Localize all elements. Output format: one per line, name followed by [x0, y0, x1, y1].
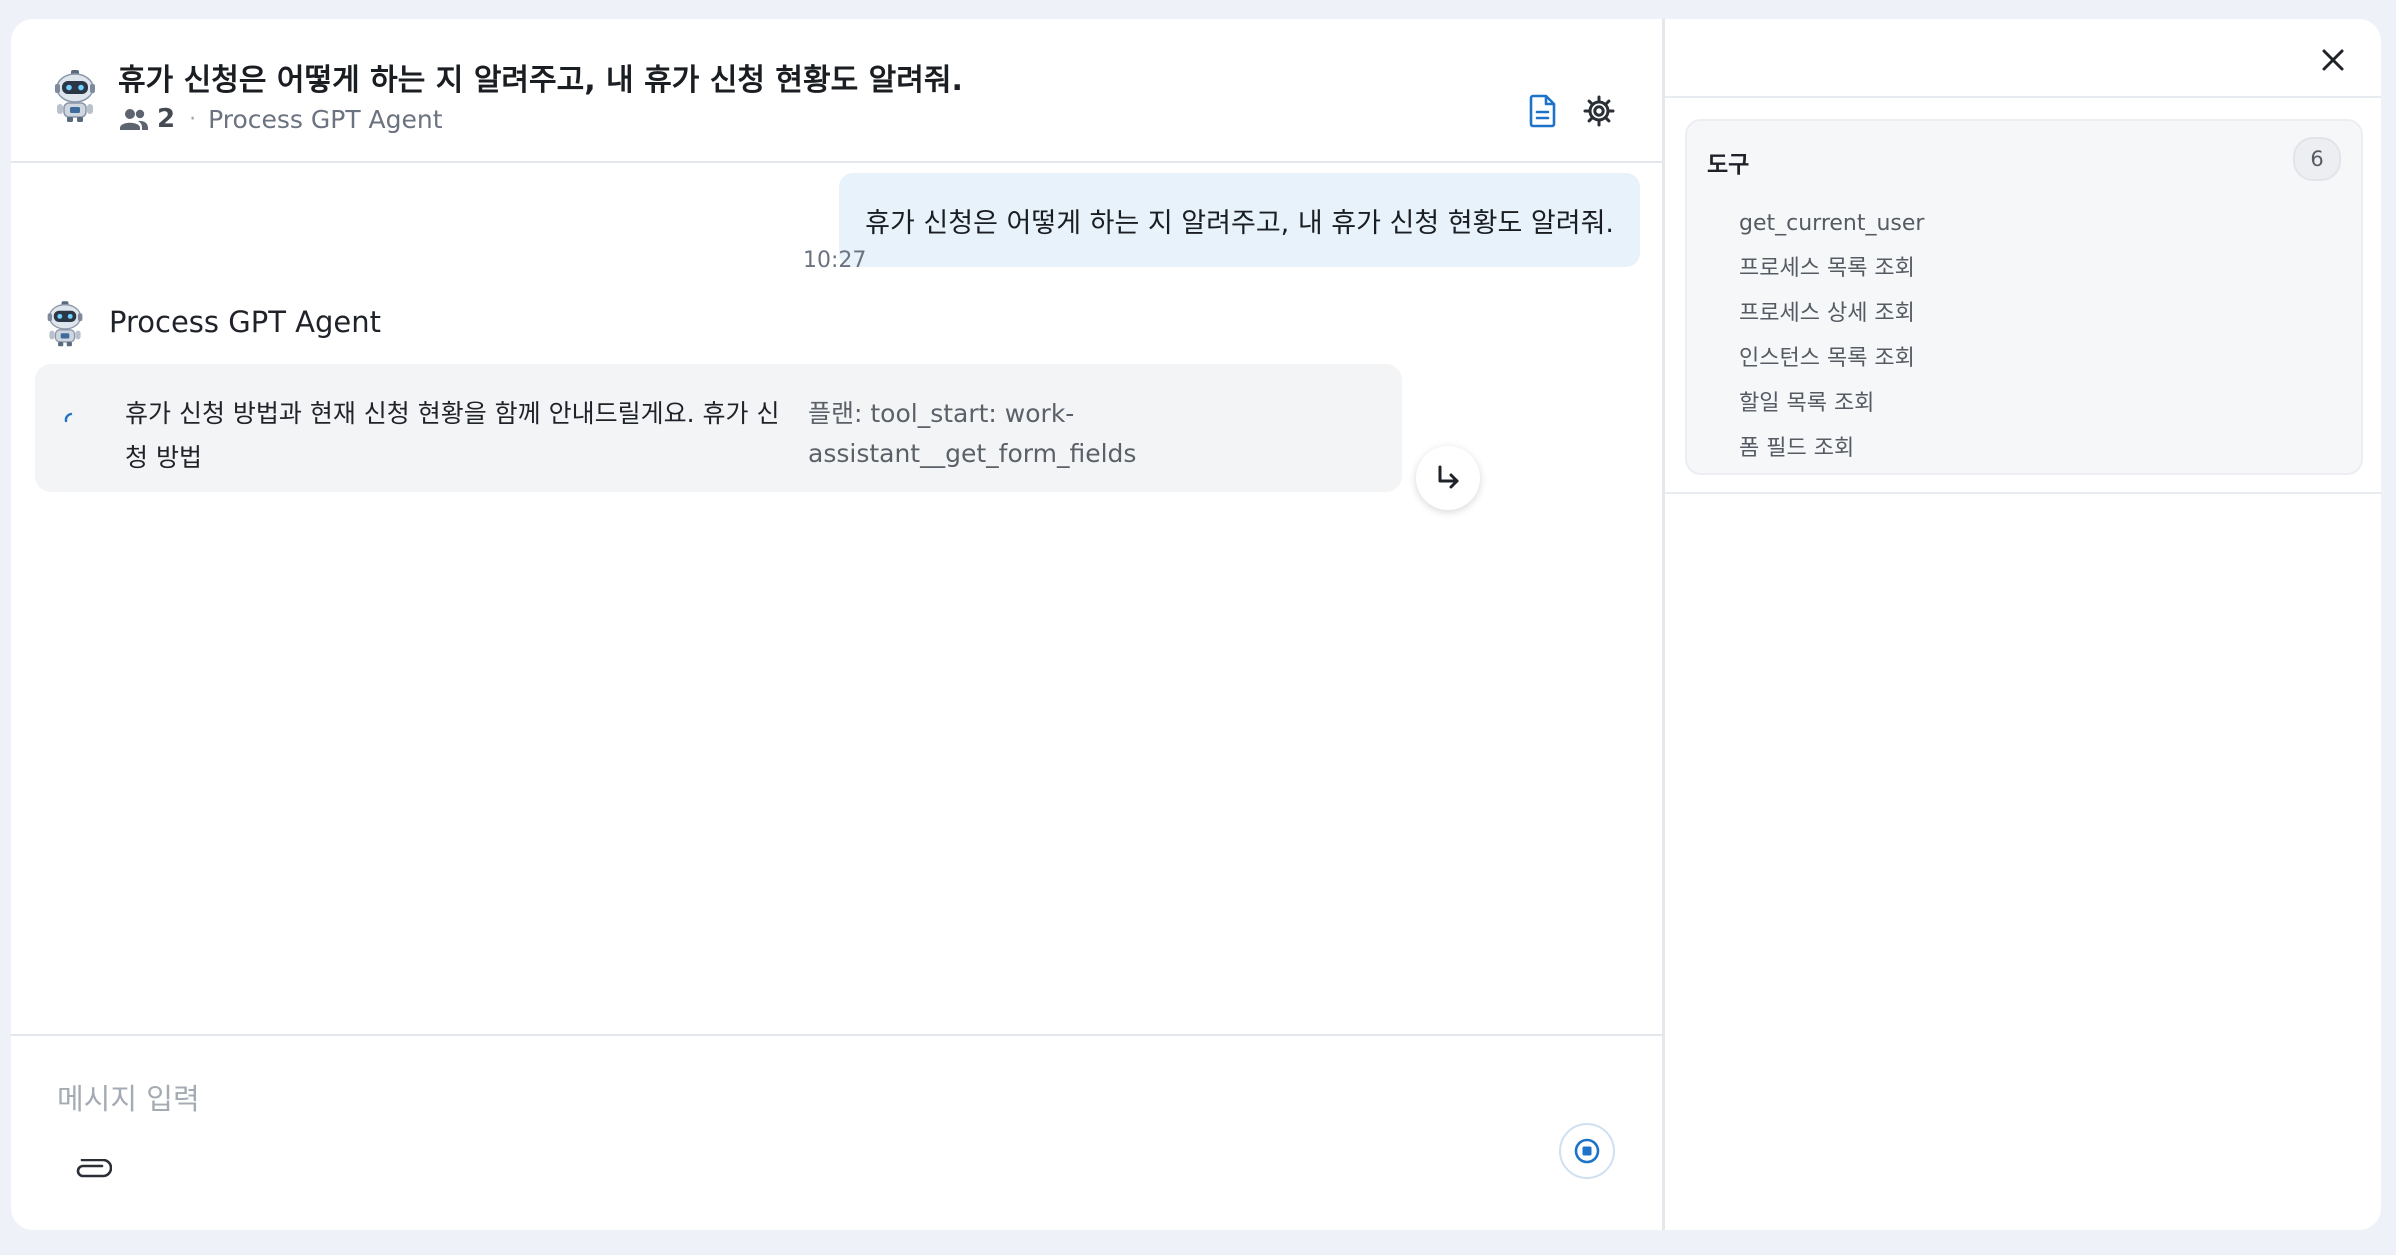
- tool-item[interactable]: 프로세스 상세 조회: [1739, 291, 1924, 336]
- close-icon: [2322, 49, 2344, 71]
- robot-avatar-icon: [47, 301, 83, 347]
- user-message-bubble: 휴가 신청은 어떻게 하는 지 알려주고, 내 휴가 신청 현황도 알려줘.: [839, 173, 1640, 267]
- agent-name: Process GPT Agent: [109, 305, 381, 339]
- agent-message-bubble: 휴가 신청 방법과 현재 신청 현황을 함께 안내드릴게요. 휴가 신청 방법 …: [35, 364, 1402, 492]
- tools-title: 도구: [1707, 152, 1750, 178]
- paperclip-icon: [76, 1159, 112, 1178]
- header-agent-name: Process GPT Agent: [208, 104, 443, 134]
- message-timestamp: 10:27: [803, 248, 867, 273]
- tool-item[interactable]: 인스턴스 목록 조회: [1739, 336, 1924, 381]
- reply-button[interactable]: [1416, 446, 1480, 510]
- tool-item[interactable]: 할일 목록 조회: [1739, 381, 1924, 426]
- stop-icon: [1574, 1138, 1600, 1164]
- sidebar-divider: [1665, 492, 2381, 494]
- tool-item[interactable]: 폼 필드 조회: [1739, 426, 1924, 471]
- reply-arrow-icon: [1438, 465, 1459, 489]
- chat-header: 휴가 신청은 어떻게 하는 지 알려주고, 내 휴가 신청 현황도 알려줘. 2…: [11, 19, 1662, 163]
- chat-title: 휴가 신청은 어떻게 하는 지 알려주고, 내 휴가 신청 현황도 알려줘.: [118, 63, 963, 98]
- people-icon: [120, 109, 148, 130]
- tool-item[interactable]: get_current_user: [1739, 201, 1924, 246]
- close-sidebar-button[interactable]: [2314, 41, 2352, 79]
- tools-list: get_current_user 프로세스 목록 조회 프로세스 상세 조회 인…: [1739, 201, 1924, 471]
- robot-avatar-icon: [55, 70, 95, 122]
- gear-icon: [1583, 95, 1615, 127]
- tool-item[interactable]: 프로세스 목록 조회: [1739, 246, 1924, 291]
- document-icon: [1529, 94, 1556, 128]
- chat-main-panel: 휴가 신청은 어떻게 하는 지 알려주고, 내 휴가 신청 현황도 알려줘. 2…: [11, 19, 1665, 1230]
- tools-count-badge: 6: [2293, 137, 2341, 181]
- user-message-text: 휴가 신청은 어떻게 하는 지 알려주고, 내 휴가 신청 현황도 알려줘.: [865, 207, 1614, 239]
- agent-plan-status: 플랜: tool_start: work-assistant__get_form…: [808, 399, 1137, 468]
- sidebar-header: [1665, 19, 2381, 98]
- settings-button[interactable]: [1579, 91, 1619, 131]
- chat-meta: 2 · Process GPT Agent: [119, 101, 443, 137]
- agent-message-text: 휴가 신청 방법과 현재 신청 현황을 함께 안내드릴게요. 휴가 신청 방법: [125, 399, 780, 472]
- chat-window: 휴가 신청은 어떻게 하는 지 알려주고, 내 휴가 신청 현황도 알려줘. 2…: [11, 19, 2381, 1230]
- spinner-icon: [64, 412, 73, 423]
- stop-button[interactable]: [1559, 1123, 1615, 1179]
- tools-card: 도구 6 get_current_user 프로세스 목록 조회 프로세스 상세…: [1685, 119, 2363, 475]
- agent-message-header: Process GPT Agent: [39, 296, 381, 348]
- attach-button[interactable]: [67, 1151, 117, 1191]
- participant-count: 2: [157, 104, 176, 134]
- document-button[interactable]: [1523, 91, 1563, 131]
- message-input[interactable]: [55, 1068, 1559, 1130]
- message-composer: [11, 1034, 1662, 1230]
- meta-separator: ·: [189, 106, 197, 132]
- tools-sidebar: 도구 6 get_current_user 프로세스 목록 조회 프로세스 상세…: [1665, 19, 2381, 1230]
